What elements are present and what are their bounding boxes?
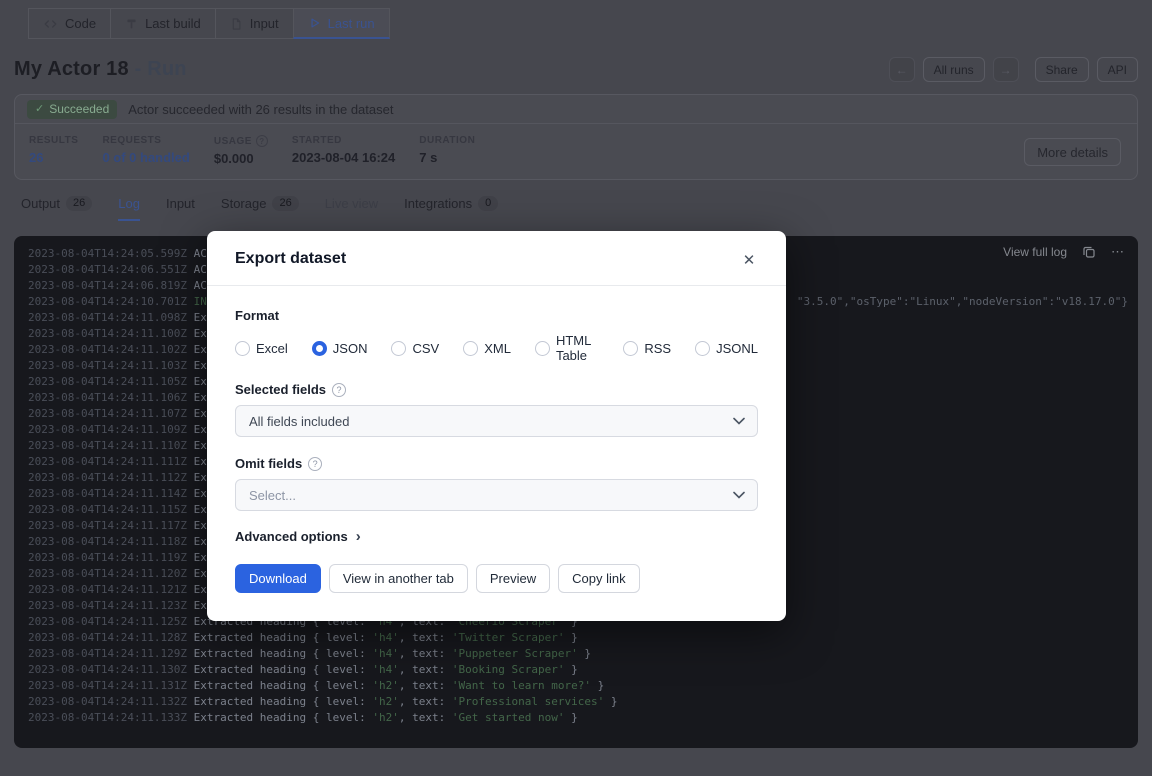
view-in-another-tab-button[interactable]: View in another tab [329, 564, 468, 593]
advanced-options-toggle[interactable]: Advanced options › [235, 529, 758, 544]
format-radio-xml[interactable]: XML [463, 341, 511, 356]
export-dataset-modal: Export dataset ✕ Format Excel JSON CSV XML H… [207, 231, 786, 621]
advanced-options-label: Advanced options [235, 529, 348, 544]
radio-icon [312, 341, 327, 356]
format-radio-html-table[interactable]: HTML Table [535, 333, 599, 363]
selected-fields-section: Selected fields ? All fields included [235, 382, 758, 437]
selected-fields-value: All fields included [249, 414, 349, 429]
selected-fields-label: Selected fields ? [235, 382, 758, 397]
format-radio-label: JSON [333, 341, 368, 356]
format-radio-rss[interactable]: RSS [623, 341, 671, 356]
radio-icon [623, 341, 638, 356]
format-radio-label: CSV [412, 341, 439, 356]
omit-fields-select[interactable]: Select... [235, 479, 758, 511]
format-radio-csv[interactable]: CSV [391, 341, 439, 356]
radio-icon [695, 341, 710, 356]
format-radio-label: HTML Table [556, 333, 599, 363]
selected-fields-select[interactable]: All fields included [235, 405, 758, 437]
format-label: Format [235, 308, 758, 323]
help-icon[interactable]: ? [332, 383, 346, 397]
format-radio-json[interactable]: JSON [312, 341, 368, 356]
view-full-log-link[interactable]: View full log [1003, 245, 1067, 259]
chevron-right-icon: › [356, 529, 361, 544]
radio-icon [235, 341, 250, 356]
modal-title: Export dataset [235, 250, 346, 267]
help-icon[interactable]: ? [308, 457, 322, 471]
close-icon[interactable]: ✕ [736, 247, 762, 273]
omit-fields-section: Omit fields ? Select... [235, 456, 758, 511]
format-radio-label: JSONL [716, 341, 758, 356]
format-radio-label: RSS [644, 341, 671, 356]
chevron-down-icon [733, 491, 745, 499]
selected-fields-label-text: Selected fields [235, 382, 326, 397]
format-radio-jsonl[interactable]: JSONL [695, 341, 758, 356]
format-options: Excel JSON CSV XML HTML Table RSS JSONL [235, 333, 758, 363]
radio-icon [535, 341, 550, 356]
radio-icon [391, 341, 406, 356]
download-button[interactable]: Download [235, 564, 321, 593]
log-toolbar: View full log ⋯ [1003, 245, 1124, 259]
log-options-icon[interactable]: ⋯ [1111, 247, 1124, 257]
omit-fields-label-text: Omit fields [235, 456, 302, 471]
preview-button[interactable]: Preview [476, 564, 550, 593]
copy-link-button[interactable]: Copy link [558, 564, 639, 593]
copy-icon[interactable] [1082, 245, 1096, 259]
chevron-down-icon [733, 417, 745, 425]
modal-header: Export dataset ✕ [207, 231, 786, 286]
omit-fields-label: Omit fields ? [235, 456, 758, 471]
format-radio-excel[interactable]: Excel [235, 341, 288, 356]
modal-body: Format Excel JSON CSV XML HTML Table RSS JSONL… [207, 286, 786, 621]
omit-fields-placeholder: Select... [249, 488, 296, 503]
format-radio-label: XML [484, 341, 511, 356]
modal-actions: Download View in another tab Preview Copy l… [235, 564, 758, 593]
format-radio-label: Excel [256, 341, 288, 356]
radio-icon [463, 341, 478, 356]
